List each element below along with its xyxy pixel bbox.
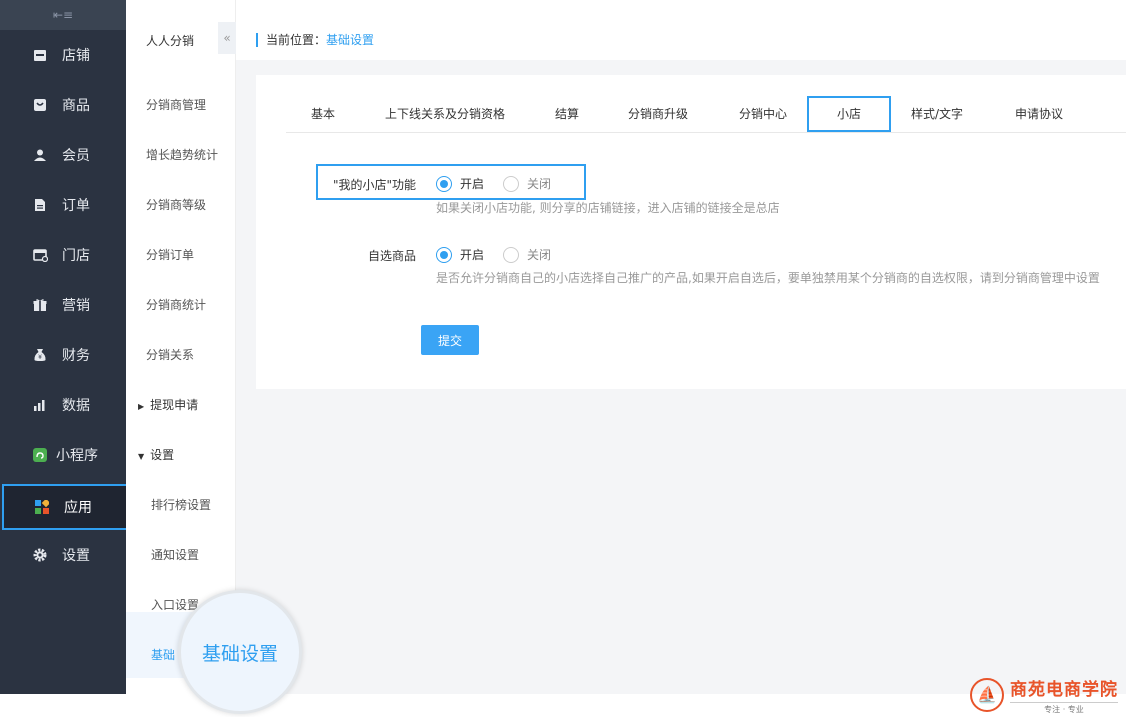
sidebar-item-finance[interactable]: ¥ 财务 (0, 332, 126, 378)
self-select-on-radio[interactable]: 开启 (436, 246, 484, 263)
subnav-item-distributor-level[interactable]: 分销商等级 (146, 196, 206, 213)
user-icon (32, 147, 48, 163)
tab-style[interactable]: 样式/文字 (901, 97, 973, 132)
subnav-group-settings[interactable]: ▼ 设置 (138, 446, 174, 463)
self-select-label: 自选商品 (367, 249, 416, 263)
tab-relation[interactable]: 上下线关系及分销资格 (370, 97, 520, 132)
apps-icon (34, 499, 50, 515)
subnav-item-distributor-management[interactable]: 分销商管理 (146, 96, 206, 113)
subnav-title: 人人分销 (146, 34, 195, 48)
menu-collapse-icon: ⇤≡ (52, 8, 74, 22)
shop-hint: 如果关闭小店功能, 则分享的店铺链接，进入店铺的链接全是总店 (436, 201, 780, 215)
subnav-item-notify-settings[interactable]: 通知设置 (151, 546, 199, 563)
subnav-item-growth-trend[interactable]: 增长趋势统计 (146, 146, 218, 163)
logo-tagline: 专注 · 专业 (1010, 701, 1118, 715)
store-icon (32, 47, 48, 63)
sidebar-item-data[interactable]: 数据 (0, 382, 126, 428)
sidebar-item-mini-program[interactable]: 小程序 (0, 432, 126, 478)
caret-down-icon: ▼ (138, 452, 145, 461)
sidebar-toggle[interactable]: ⇤≡ (0, 0, 126, 30)
magnifier-callout: 基础设置 (178, 590, 302, 714)
tab-upgrade[interactable]: 分销商升级 (616, 97, 700, 132)
brand-logo: ⛵ 商苑电商学院 专注 · 专业 (970, 672, 1126, 717)
subnav-item-basic-settings[interactable]: 基础 (151, 646, 175, 663)
sidebar-item-store[interactable]: 店铺 (0, 32, 126, 78)
tab-center[interactable]: 分销中心 (726, 97, 800, 132)
tab-shop[interactable]: 小店 (807, 96, 891, 132)
shop-on-radio[interactable]: 开启 (436, 175, 484, 192)
shop-icon (32, 247, 48, 263)
self-select-off-radio[interactable]: 关闭 (503, 246, 551, 263)
breadcrumb: 当前位置：基础设置 (256, 33, 374, 47)
breadcrumb-bar (236, 0, 1126, 60)
chart-icon (32, 397, 48, 413)
subnav-item-distributor-stats[interactable]: 分销商统计 (146, 296, 206, 313)
submit-button[interactable]: 提交 (421, 325, 479, 355)
shop-function-label: "我的小店"功能 (332, 178, 416, 192)
subnav-group-withdraw[interactable]: ▶ 提现申请 (138, 396, 198, 413)
order-icon (32, 197, 48, 213)
sidebar-item-marketing[interactable]: 营销 (0, 282, 126, 328)
gear-icon (32, 547, 48, 563)
logo-mark: ⛵ (970, 677, 1004, 712)
shop-off-radio[interactable]: 关闭 (503, 175, 551, 192)
tab-settlement[interactable]: 结算 (540, 97, 594, 132)
sidebar-item-settings[interactable]: 设置 (0, 532, 126, 578)
breadcrumb-current[interactable]: 基础设置 (326, 33, 374, 47)
money-bag-icon: ¥ (32, 347, 48, 363)
subnav-item-distribution-orders[interactable]: 分销订单 (146, 246, 194, 263)
radio-checked-icon (436, 175, 452, 192)
collapse-button[interactable]: « (218, 22, 236, 54)
subnav-item-ranking-settings[interactable]: 排行榜设置 (151, 496, 211, 513)
svg-text:¥: ¥ (38, 354, 42, 361)
mini-program-icon (32, 447, 48, 463)
gift-icon (32, 297, 48, 313)
sidebar-item-order[interactable]: 订单 (0, 182, 126, 228)
tab-bar: 基本 上下线关系及分销资格 结算 分销商升级 分销中心 小店 样式/文字 申请协… (286, 96, 1126, 133)
goods-icon (32, 97, 48, 113)
double-chevron-left-icon: « (223, 31, 231, 45)
radio-unchecked-icon (503, 175, 519, 192)
caret-right-icon: ▶ (138, 402, 145, 411)
subnav-item-entry-settings[interactable]: 入口设置 (151, 596, 199, 613)
sidebar-item-goods[interactable]: 商品 (0, 82, 126, 128)
radio-checked-icon (436, 246, 452, 263)
sidebar-item-apps[interactable]: 应用 (2, 484, 130, 530)
radio-unchecked-icon (503, 246, 519, 263)
subnav-item-distribution-relation[interactable]: 分销关系 (146, 346, 194, 363)
tab-agreement[interactable]: 申请协议 (1004, 97, 1074, 132)
sidebar-item-member[interactable]: 会员 (0, 132, 126, 178)
logo-name: 商苑电商学院 (1010, 679, 1118, 700)
self-select-hint: 是否允许分销商自己的小店选择自己推广的产品,如果开启自选后，要单独禁用某个分销商… (436, 271, 1100, 285)
sidebar-item-shop[interactable]: 门店 (0, 232, 126, 278)
tab-basic[interactable]: 基本 (286, 97, 360, 132)
